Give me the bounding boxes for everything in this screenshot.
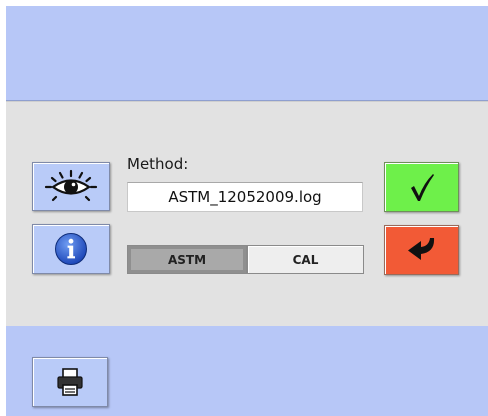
printer-icon bbox=[57, 368, 83, 396]
checkmark-icon bbox=[410, 174, 434, 201]
info-button[interactable] bbox=[32, 224, 110, 274]
eye-icon bbox=[44, 169, 98, 201]
print-button[interactable] bbox=[32, 357, 108, 407]
mode-astm-toggle[interactable]: ASTM bbox=[127, 245, 247, 274]
info-icon bbox=[55, 233, 87, 265]
mode-cal-toggle[interactable]: CAL bbox=[247, 245, 364, 274]
back-button[interactable] bbox=[384, 225, 459, 275]
view-button[interactable] bbox=[32, 162, 110, 211]
method-label: Method: bbox=[127, 155, 189, 173]
return-arrow-icon bbox=[407, 238, 434, 260]
confirm-button[interactable] bbox=[384, 162, 459, 212]
method-filename-field[interactable]: ASTM_12052009.log bbox=[127, 182, 363, 212]
header-panel bbox=[6, 6, 488, 101]
content-panel bbox=[6, 101, 488, 327]
method-selection-screen: Method: ASTM_12052009.log ASTM CAL bbox=[0, 0, 488, 416]
